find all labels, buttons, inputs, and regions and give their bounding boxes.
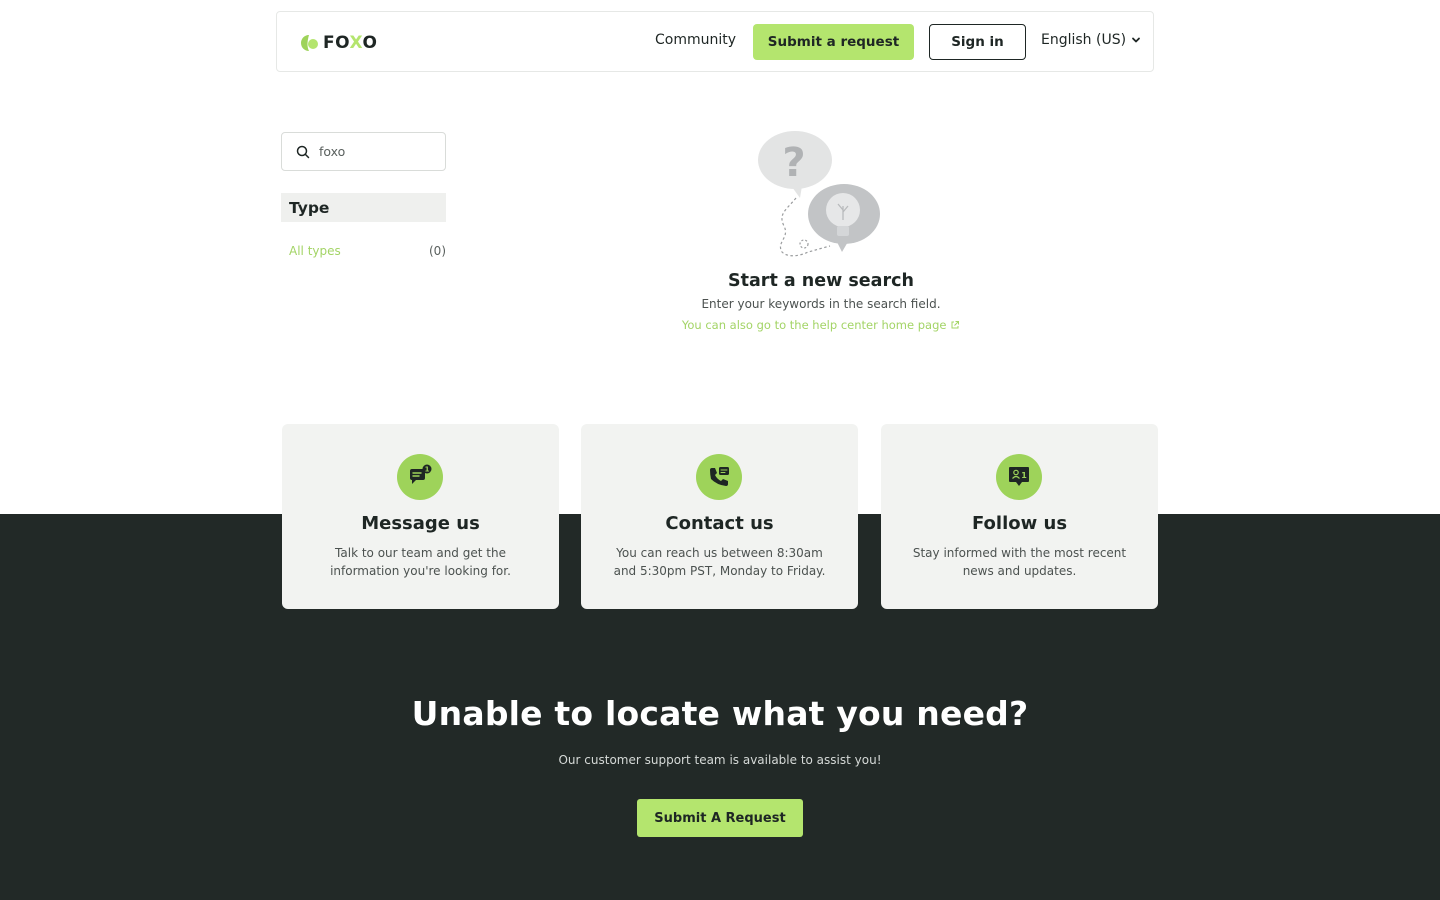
type-filter-item: All types (0): [289, 244, 446, 258]
phone-icon: [696, 454, 742, 500]
type-filter-heading: Type: [281, 193, 446, 222]
cta-subtitle: Our customer support team is available t…: [558, 753, 882, 767]
message-icon: 1: [397, 454, 443, 500]
site-header: FOXO Community Submit a request Sign in …: [276, 11, 1154, 72]
message-us-card[interactable]: 1 Message us Talk to our team and get th…: [282, 424, 559, 609]
card-title: Message us: [361, 513, 480, 534]
logo-text: FOXO: [323, 33, 378, 53]
contact-us-card[interactable]: Contact us You can reach us between 8:30…: [581, 424, 858, 609]
language-selector[interactable]: English (US): [1041, 32, 1141, 48]
svg-text:1: 1: [425, 466, 430, 474]
help-center-link-text: You can also go to the help center home …: [681, 318, 947, 332]
submit-request-button[interactable]: Submit a request: [753, 24, 914, 60]
empty-state-title: Start a new search: [728, 271, 914, 291]
card-title: Follow us: [971, 513, 1068, 534]
card-text: Stay informed with the most recent news …: [912, 546, 1127, 578]
cta-title: Unable to locate what you need?: [411, 694, 1029, 733]
svg-text:?: ?: [782, 140, 805, 186]
card-title: Contact us: [665, 513, 774, 534]
card-text: Talk to our team and get the information…: [330, 546, 511, 578]
filter-all-types-link[interactable]: All types: [289, 244, 341, 258]
empty-state-subtitle: Enter your keywords in the search field.: [701, 297, 941, 311]
follow-icon: 1: [996, 454, 1042, 500]
nav-community[interactable]: Community: [655, 32, 736, 48]
svg-text:1: 1: [1021, 471, 1027, 480]
follow-us-card[interactable]: 1 Follow us Stay informed with the most …: [881, 424, 1158, 609]
logo-mark-icon: [301, 35, 318, 51]
language-label: English (US): [1041, 32, 1127, 48]
sign-in-button[interactable]: Sign in: [929, 24, 1026, 60]
search-illustration: ?: [758, 131, 880, 257]
search-input[interactable]: [319, 144, 429, 159]
logo[interactable]: FOXO: [299, 32, 377, 54]
cta-submit-request-button[interactable]: Submit A Request: [637, 799, 803, 837]
card-text: You can reach us between 8:30am and 5:30…: [613, 546, 826, 578]
external-link-icon: [951, 321, 960, 329]
search-box: [281, 132, 446, 171]
help-center-link[interactable]: You can also go to the help center home …: [621, 318, 1021, 332]
search-icon: [296, 145, 310, 158]
chevron-down-icon: [1132, 37, 1140, 43]
filter-count: (0): [429, 244, 446, 258]
